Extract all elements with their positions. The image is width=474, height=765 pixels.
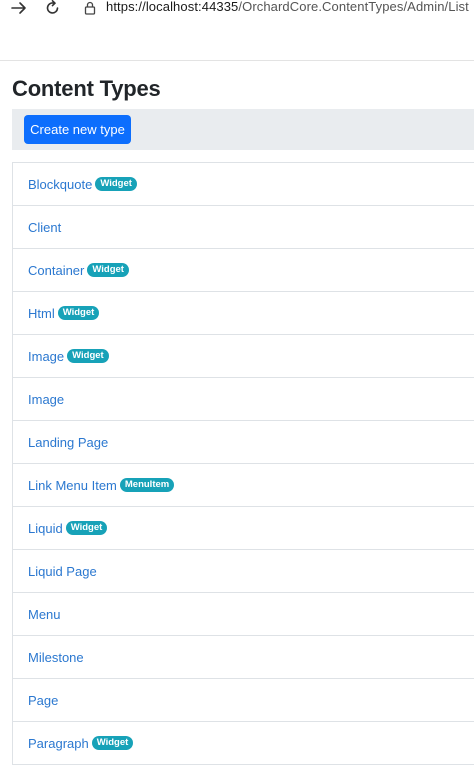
stereotype-badge: Widget xyxy=(65,521,108,535)
list-item: Milestone xyxy=(13,636,474,679)
content-type-link[interactable]: Html xyxy=(28,306,55,321)
content-type-link[interactable]: Page xyxy=(28,693,58,708)
page-title: Content Types xyxy=(12,76,161,101)
content-type-link[interactable]: Liquid xyxy=(28,521,63,536)
content-type-link[interactable]: Menu xyxy=(28,607,61,622)
content-type-link[interactable]: Landing Page xyxy=(28,435,108,450)
list-item: Menu xyxy=(13,593,474,636)
stereotype-badge: Widget xyxy=(91,736,134,750)
list-item: Paragraph Widget xyxy=(13,722,474,765)
content-type-link[interactable]: Paragraph xyxy=(28,736,89,751)
content-type-link[interactable]: Container xyxy=(28,263,84,278)
url-path: /OrchardCore.ContentTypes/Admin/List xyxy=(238,0,469,14)
list-item: Blockquote Widget xyxy=(13,163,474,206)
arrow-right-icon[interactable] xyxy=(10,0,28,16)
content-type-link[interactable]: Link Menu Item xyxy=(28,478,117,493)
browser-address-bar: https://localhost:44335/OrchardCore.Cont… xyxy=(0,0,474,20)
create-new-type-button[interactable]: Create new type xyxy=(24,115,131,144)
stereotype-badge: Widget xyxy=(57,306,100,320)
list-item: Html Widget xyxy=(13,292,474,335)
stereotype-badge: Widget xyxy=(87,263,129,277)
list-item: Page xyxy=(13,679,474,722)
stereotype-badge: MenuItem xyxy=(119,478,175,492)
list-item: Link Menu Item MenuItem xyxy=(13,464,474,507)
address-url[interactable]: https://localhost:44335/OrchardCore.Cont… xyxy=(106,0,469,14)
url-host: https://localhost:44335 xyxy=(106,0,239,14)
content-type-link[interactable]: Image xyxy=(28,349,64,364)
content-type-list: Blockquote Widget Client Container Widget Htm… xyxy=(12,162,474,765)
content-type-link[interactable]: Blockquote xyxy=(28,177,92,192)
content-type-link[interactable]: Milestone xyxy=(28,650,84,665)
list-item: Client xyxy=(13,206,474,249)
toolbar: Create new type xyxy=(12,109,474,150)
list-item: Image Widget xyxy=(13,335,474,378)
list-item: Image xyxy=(13,378,474,421)
content-type-link[interactable]: Liquid Page xyxy=(28,564,97,579)
list-item: Liquid Widget xyxy=(13,507,474,550)
list-item: Liquid Page xyxy=(13,550,474,593)
content-type-link[interactable]: Client xyxy=(28,220,61,235)
stereotype-badge: Widget xyxy=(67,349,109,363)
content-type-link[interactable]: Image xyxy=(28,392,64,407)
reload-icon[interactable] xyxy=(44,0,62,16)
stereotype-badge: Widget xyxy=(95,177,137,191)
header-divider xyxy=(0,60,474,61)
list-item: Landing Page xyxy=(13,421,474,464)
list-item: Container Widget xyxy=(13,249,474,292)
lock-icon xyxy=(84,1,96,15)
